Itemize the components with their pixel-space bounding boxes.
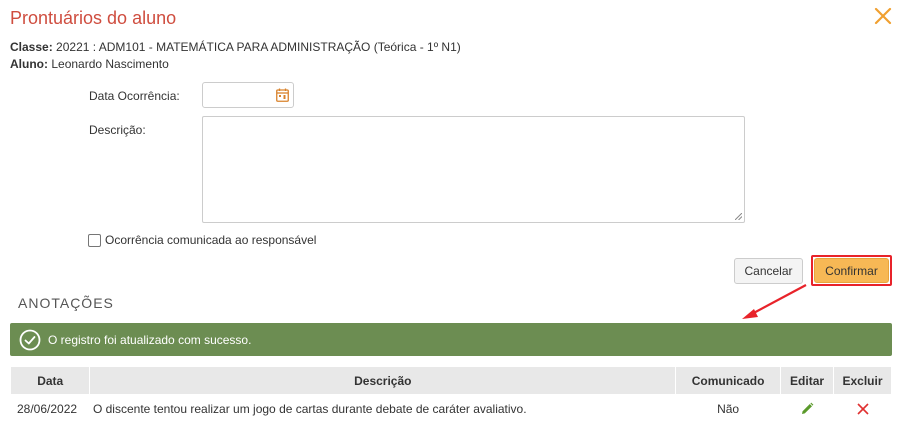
edit-pencil-icon[interactable] [800, 402, 814, 416]
delete-x-icon[interactable] [856, 402, 870, 416]
confirm-button[interactable]: Confirmar [814, 258, 889, 283]
column-header-excluir: Excluir [833, 367, 892, 394]
data-ocorrencia-label: Data Ocorrência: [89, 89, 180, 103]
row-data-cell: 28/06/2022 [17, 402, 78, 416]
table-row: 28/06/2022 O discente tentou realizar um… [11, 394, 892, 424]
cancel-button[interactable]: Cancelar [734, 258, 803, 284]
classe-value: 20221 : ADM101 - MATEMÁTICA PARA ADMINIS… [56, 40, 461, 54]
success-alert: O registro foi atualizado com sucesso. [10, 323, 892, 356]
column-header-data[interactable]: Data [11, 367, 91, 394]
aluno-label: Aluno: [10, 57, 48, 71]
aluno-value: Leonardo Nascimento [51, 57, 169, 71]
column-header-descricao[interactable]: Descrição [89, 367, 677, 394]
aluno-info: Aluno: Leonardo Nascimento [10, 57, 169, 71]
annotations-table: Data Descrição Comunicado Editar Excluir… [11, 367, 892, 424]
classe-info: Classe: 20221 : ADM101 - MATEMÁTICA PARA… [10, 40, 461, 54]
annotation-arrow-icon [742, 284, 807, 319]
column-header-editar: Editar [780, 367, 835, 394]
row-comunicado-cell: Não [717, 402, 740, 416]
data-ocorrencia-input[interactable] [202, 82, 294, 108]
comunicado-checkbox[interactable] [88, 233, 101, 247]
table-header-row: Data Descrição Comunicado Editar Excluir [11, 367, 892, 394]
resize-handle-icon[interactable] [735, 213, 742, 220]
comunicado-checkbox-row[interactable]: Ocorrência comunicada ao responsável [88, 233, 316, 247]
close-icon[interactable] [872, 5, 894, 27]
descricao-label: Descrição: [89, 123, 146, 137]
column-header-comunicado[interactable]: Comunicado [675, 367, 782, 394]
row-edit-cell [781, 394, 834, 424]
comunicado-checkbox-label[interactable]: Ocorrência comunicada ao responsável [105, 233, 316, 247]
row-delete-cell [834, 394, 892, 424]
alert-message: O registro foi atualizado com sucesso. [48, 332, 252, 347]
dialog-title: Prontuários do aluno [10, 8, 177, 28]
calendar-icon[interactable] [276, 88, 289, 102]
check-circle-icon [19, 329, 41, 350]
annotations-section-title: ANOTAÇÕES [18, 295, 114, 311]
classe-label: Classe: [10, 40, 53, 54]
descricao-textarea[interactable] [202, 116, 745, 223]
row-descricao-cell: O discente tentou realizar um jogo de ca… [92, 402, 527, 416]
